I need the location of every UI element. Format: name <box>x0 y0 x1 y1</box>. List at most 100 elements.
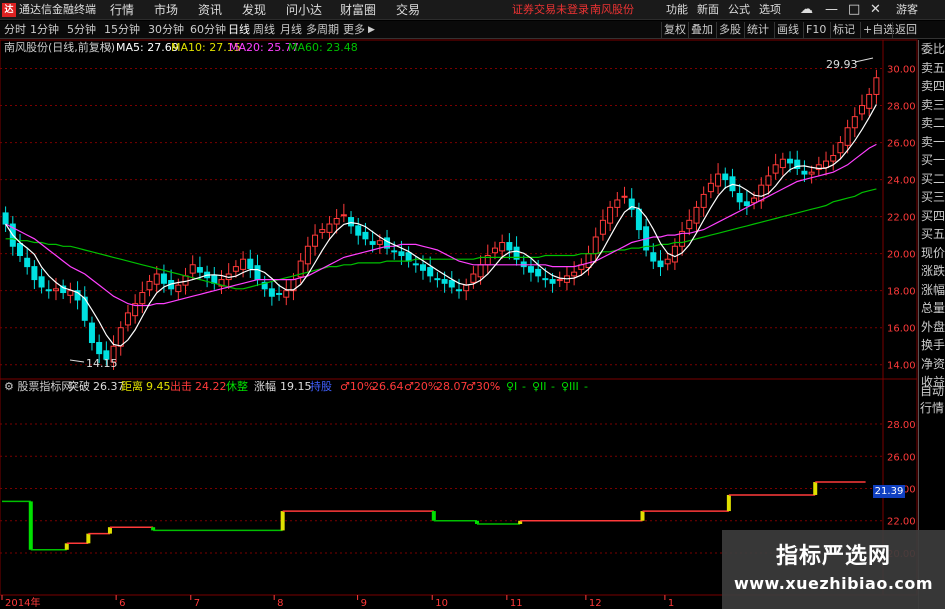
side-item[interactable]: 总量 <box>919 299 945 318</box>
period-15min[interactable]: 15分钟 <box>104 21 140 39</box>
period-monthly[interactable]: 月线 <box>280 21 302 39</box>
watermark-title: 指标严选网 <box>775 544 891 569</box>
side-item[interactable]: 买三 <box>919 188 945 207</box>
menu-functions[interactable]: 功能 <box>666 0 688 20</box>
candle-up <box>319 229 326 233</box>
period-5min[interactable]: 5分钟 <box>67 21 96 39</box>
candle-down <box>196 267 203 273</box>
candle-down <box>801 170 808 175</box>
add-favorite-button[interactable]: +自选 <box>860 22 896 38</box>
candle-down <box>362 231 369 240</box>
side-item[interactable]: 净资 <box>919 355 945 374</box>
side-item[interactable]: 卖四 <box>919 77 945 96</box>
settings-gear-icon[interactable]: ⚙ <box>104 41 112 57</box>
main-panel-frame <box>0 39 918 380</box>
candle-up <box>189 264 196 274</box>
candle-up <box>830 155 837 162</box>
quote-side-panel: 委比 卖五 卖四 卖三 卖二 卖一 买一 买二 买三 买四 买五 现价 涨跌 涨… <box>918 40 945 609</box>
stats-button[interactable]: 统计 <box>744 22 771 38</box>
menu-bar: 达 通达信金融终端 行情 市场 资讯 发现 问小达 财富圈 交易 证券交易未登录… <box>0 0 945 20</box>
app-logo-icon: 达 <box>2 3 16 17</box>
maximize-icon[interactable]: □ <box>848 0 860 20</box>
candle-down <box>276 292 283 295</box>
chevron-right-icon[interactable]: ▶ <box>368 21 375 39</box>
period-weekly[interactable]: 周线 <box>253 21 275 39</box>
side-item[interactable]: 卖二 <box>919 114 945 133</box>
ind-attack-label: 出击 <box>170 380 192 393</box>
period-daily[interactable]: 日线 <box>228 21 250 39</box>
menu-ask[interactable]: 问小达 <box>286 0 322 20</box>
high-price-label: 29.93 <box>826 58 858 71</box>
auto-item[interactable]: 行情 <box>918 400 945 417</box>
indicator-bar <box>28 501 33 550</box>
candle-up <box>592 236 599 255</box>
close-icon[interactable]: ✕ <box>870 0 881 20</box>
menu-wealth-circle[interactable]: 财富圈 <box>340 0 376 20</box>
y-tick-label: 30.00 <box>887 65 916 76</box>
menu-quotes[interactable]: 行情 <box>110 0 134 20</box>
candle-up <box>477 264 484 278</box>
last-value-tag: 21.39 <box>873 485 905 498</box>
ind-f3-label: ♀III <box>561 380 579 393</box>
candle-up <box>463 284 470 292</box>
side-item[interactable]: 买五 <box>919 225 945 244</box>
period-more[interactable]: 更多 <box>343 21 365 39</box>
side-item[interactable]: 换手 <box>919 336 945 355</box>
candle-down <box>527 266 534 273</box>
side-item[interactable]: 买二 <box>919 170 945 189</box>
period-multi[interactable]: 多周期 <box>306 21 339 39</box>
side-item[interactable]: 委比 <box>919 40 945 59</box>
candle-up <box>693 206 700 224</box>
indicator-bar <box>813 482 818 495</box>
menu-market[interactable]: 市场 <box>154 0 178 20</box>
indicator-gear-icon[interactable]: ⚙ <box>4 380 17 393</box>
mark-button[interactable]: 标记 <box>830 22 857 38</box>
menu-formula[interactable]: 公式 <box>728 0 750 20</box>
candle-up <box>175 284 182 293</box>
menu-options[interactable]: 选项 <box>759 0 781 20</box>
auto-item[interactable]: 自动 <box>918 383 945 400</box>
menu-news[interactable]: 资讯 <box>198 0 222 20</box>
period-timeshare[interactable]: 分时 <box>4 21 26 39</box>
candle-down <box>398 251 405 257</box>
side-item[interactable]: 卖三 <box>919 96 945 115</box>
minimize-icon[interactable]: — <box>825 0 838 20</box>
multi-stock-button[interactable]: 多股 <box>716 22 743 38</box>
period-1min[interactable]: 1分钟 <box>30 21 59 39</box>
indicator-name: ⚙ 股票指标网 <box>4 380 73 393</box>
side-item[interactable]: 买四 <box>919 207 945 226</box>
candle-up <box>772 164 779 174</box>
candle-down <box>348 217 355 227</box>
y-tick-label: 20.00 <box>887 250 916 261</box>
period-60min[interactable]: 60分钟 <box>190 21 226 39</box>
menu-new-page[interactable]: 新面 <box>697 0 719 20</box>
period-30min[interactable]: 30分钟 <box>148 21 184 39</box>
overlay-button[interactable]: 叠加 <box>688 22 715 38</box>
kline-chart[interactable]: 30.00 28.00 26.00 24.00 22.00 20.00 18.00 16.00… <box>0 0 945 609</box>
side-item[interactable]: 涨幅 <box>919 281 945 300</box>
menu-trade[interactable]: 交易 <box>396 0 420 20</box>
cloud-icon[interactable]: ☁ <box>800 0 813 20</box>
side-item[interactable]: 现价 <box>919 244 945 263</box>
f10-button[interactable]: F10 <box>803 22 828 38</box>
candle-down <box>2 212 9 225</box>
candle-up <box>707 182 714 193</box>
ind-break-value: 26.37 <box>93 380 125 393</box>
side-item[interactable]: 卖五 <box>919 59 945 78</box>
candle-up <box>585 253 592 269</box>
side-item[interactable]: 涨跌 <box>919 262 945 281</box>
back-button[interactable]: 返回 <box>892 22 919 38</box>
login-notice[interactable]: 证券交易未登录 <box>512 0 589 20</box>
side-item[interactable]: 卖一 <box>919 133 945 152</box>
adjust-button[interactable]: 复权 <box>661 22 688 38</box>
y-tick-label: 16.00 <box>887 324 916 335</box>
side-item[interactable]: 买一 <box>919 151 945 170</box>
side-item[interactable]: 外盘 <box>919 318 945 337</box>
candle-down <box>88 322 95 344</box>
ind-f1-label: ♀I <box>506 380 518 393</box>
guest-user[interactable]: 游客 <box>896 0 918 20</box>
menu-discover[interactable]: 发现 <box>242 0 266 20</box>
indicator-bar <box>640 511 645 521</box>
draw-line-button[interactable]: 画线 <box>774 22 801 38</box>
candle-down <box>45 289 52 292</box>
